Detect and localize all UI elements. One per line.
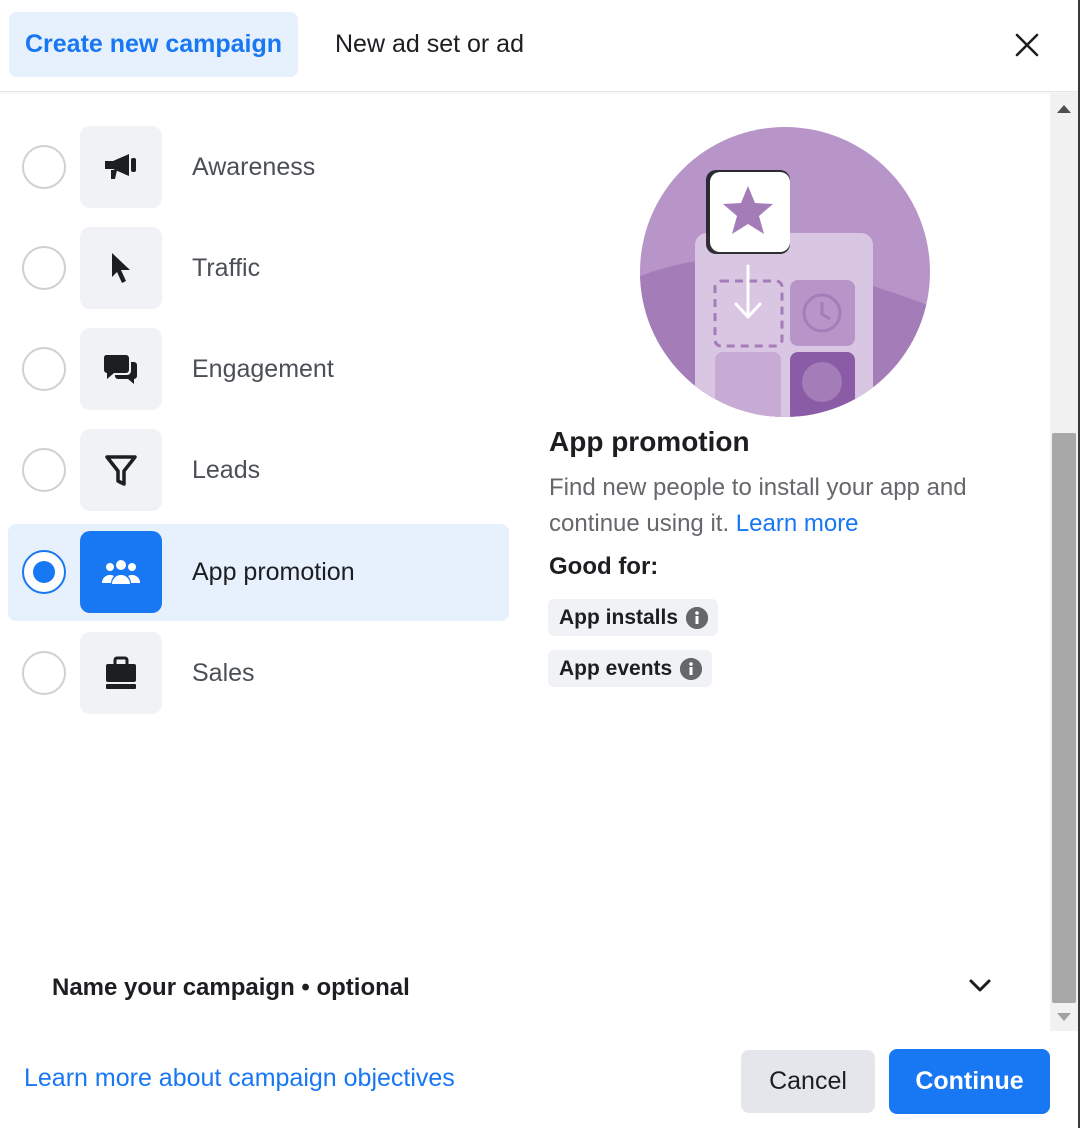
objective-leads[interactable]: Leads — [8, 422, 509, 519]
objective-label: Sales — [192, 659, 255, 687]
scroll-thumb[interactable] — [1052, 433, 1076, 1003]
info-icon[interactable] — [680, 657, 703, 680]
cursor-icon — [80, 227, 162, 309]
cancel-button[interactable]: Cancel — [741, 1050, 875, 1113]
objective-app-promotion[interactable]: App promotion — [8, 524, 509, 621]
objective-sales[interactable]: Sales — [8, 625, 509, 722]
vertical-scrollbar[interactable] — [1050, 93, 1078, 1031]
learn-more-objectives-link[interactable]: Learn more about campaign objectives — [24, 1064, 455, 1093]
radio-selected-dot — [33, 561, 55, 583]
objective-label: Leads — [192, 456, 261, 484]
radio-button[interactable] — [22, 448, 66, 492]
scroll-up-arrow[interactable] — [1057, 105, 1071, 113]
people-group-icon — [80, 531, 162, 613]
name-campaign-label: Name your campaign • optional — [52, 974, 410, 1001]
radio-button[interactable] — [22, 651, 66, 695]
learn-more-link[interactable]: Learn more — [736, 510, 859, 537]
objective-label: Traffic — [192, 254, 261, 282]
chip-label: App installs — [559, 605, 679, 629]
radio-button[interactable] — [22, 246, 66, 290]
shopping-bag-icon — [80, 632, 162, 714]
radio-button[interactable] — [22, 347, 66, 391]
tab-new-ad-set-or-ad[interactable]: New ad set or ad — [318, 12, 541, 77]
chat-bubbles-icon — [80, 328, 162, 410]
radio-button[interactable] — [22, 145, 66, 189]
dialog-header: Create new campaign New ad set or ad — [0, 0, 1078, 92]
scroll-down-arrow[interactable] — [1057, 1013, 1071, 1021]
app-download-illustration — [640, 126, 930, 418]
objective-label: Awareness — [192, 153, 316, 181]
funnel-icon — [80, 429, 162, 511]
chip-label: App events — [559, 656, 673, 680]
continue-button[interactable]: Continue — [889, 1049, 1050, 1114]
objective-traffic[interactable]: Traffic — [8, 220, 509, 317]
objective-detail-description: Find new people to install your app and … — [549, 470, 1019, 542]
objective-label: App promotion — [192, 558, 355, 586]
chip-app-events: App events — [548, 650, 713, 687]
radio-button[interactable] — [22, 550, 66, 594]
objective-engagement[interactable]: Engagement — [8, 321, 509, 418]
objective-label: Engagement — [192, 355, 334, 383]
chip-app-installs: App installs — [548, 599, 719, 636]
good-for-label: Good for: — [549, 553, 659, 580]
objective-awareness[interactable]: Awareness — [8, 119, 509, 216]
tab-create-new-campaign[interactable]: Create new campaign — [9, 12, 298, 77]
close-icon[interactable] — [1004, 22, 1050, 68]
info-icon[interactable] — [686, 606, 709, 629]
objective-detail-title: App promotion — [549, 426, 750, 457]
megaphone-icon — [80, 126, 162, 208]
name-campaign-toggle[interactable]: Name your campaign • optional — [52, 960, 992, 1016]
chevron-down-icon[interactable] — [968, 978, 992, 999]
